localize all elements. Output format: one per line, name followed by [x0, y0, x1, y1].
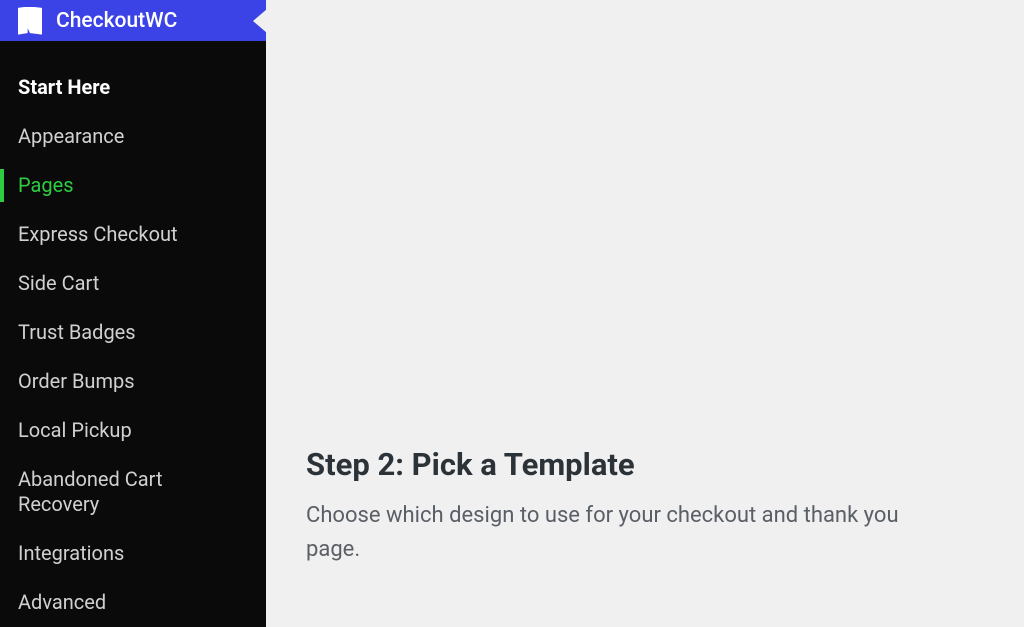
nav-item-abandoned-cart-recovery[interactable]: Abandoned Cart Recovery	[0, 455, 266, 529]
nav-item-label: Start Here	[18, 75, 110, 99]
brand-title: CheckoutWC	[56, 9, 177, 33]
nav-item-pages[interactable]: Pages	[0, 161, 266, 210]
nav-item-label: Express Checkout	[18, 222, 178, 246]
nav-item-trust-badges[interactable]: Trust Badges	[0, 308, 266, 357]
nav-item-label: Integrations	[18, 541, 124, 565]
checkoutwc-logo-icon	[18, 7, 42, 35]
nav-item-order-bumps[interactable]: Order Bumps	[0, 357, 266, 406]
nav-item-label: Pages	[18, 173, 74, 197]
nav-item-local-pickup[interactable]: Local Pickup	[0, 406, 266, 455]
sidebar-header[interactable]: CheckoutWC	[0, 0, 266, 41]
nav-item-label: Appearance	[18, 124, 124, 148]
nav-item-label: Trust Badges	[18, 320, 136, 344]
nav-item-appearance[interactable]: Appearance	[0, 112, 266, 161]
nav-item-integrations[interactable]: Integrations	[0, 529, 266, 578]
nav-item-side-cart[interactable]: Side Cart	[0, 259, 266, 308]
nav-item-label: Order Bumps	[18, 369, 135, 393]
main-content: Step 2: Pick a Template Choose which des…	[266, 0, 1024, 627]
step-description: Choose which design to use for your chec…	[306, 499, 926, 567]
sidebar: CheckoutWC Start Here Appearance Pages E…	[0, 0, 266, 627]
step-heading: Step 2: Pick a Template	[306, 446, 984, 483]
nav-item-label: Side Cart	[18, 271, 99, 295]
nav-item-advanced[interactable]: Advanced	[0, 578, 266, 627]
nav-item-label: Local Pickup	[18, 418, 132, 442]
nav-item-express-checkout[interactable]: Express Checkout	[0, 210, 266, 259]
nav-item-start-here[interactable]: Start Here	[0, 63, 266, 112]
sidebar-nav: Start Here Appearance Pages Express Chec…	[0, 41, 266, 627]
nav-item-label: Abandoned Cart Recovery	[18, 467, 162, 516]
nav-item-label: Advanced	[18, 590, 106, 614]
